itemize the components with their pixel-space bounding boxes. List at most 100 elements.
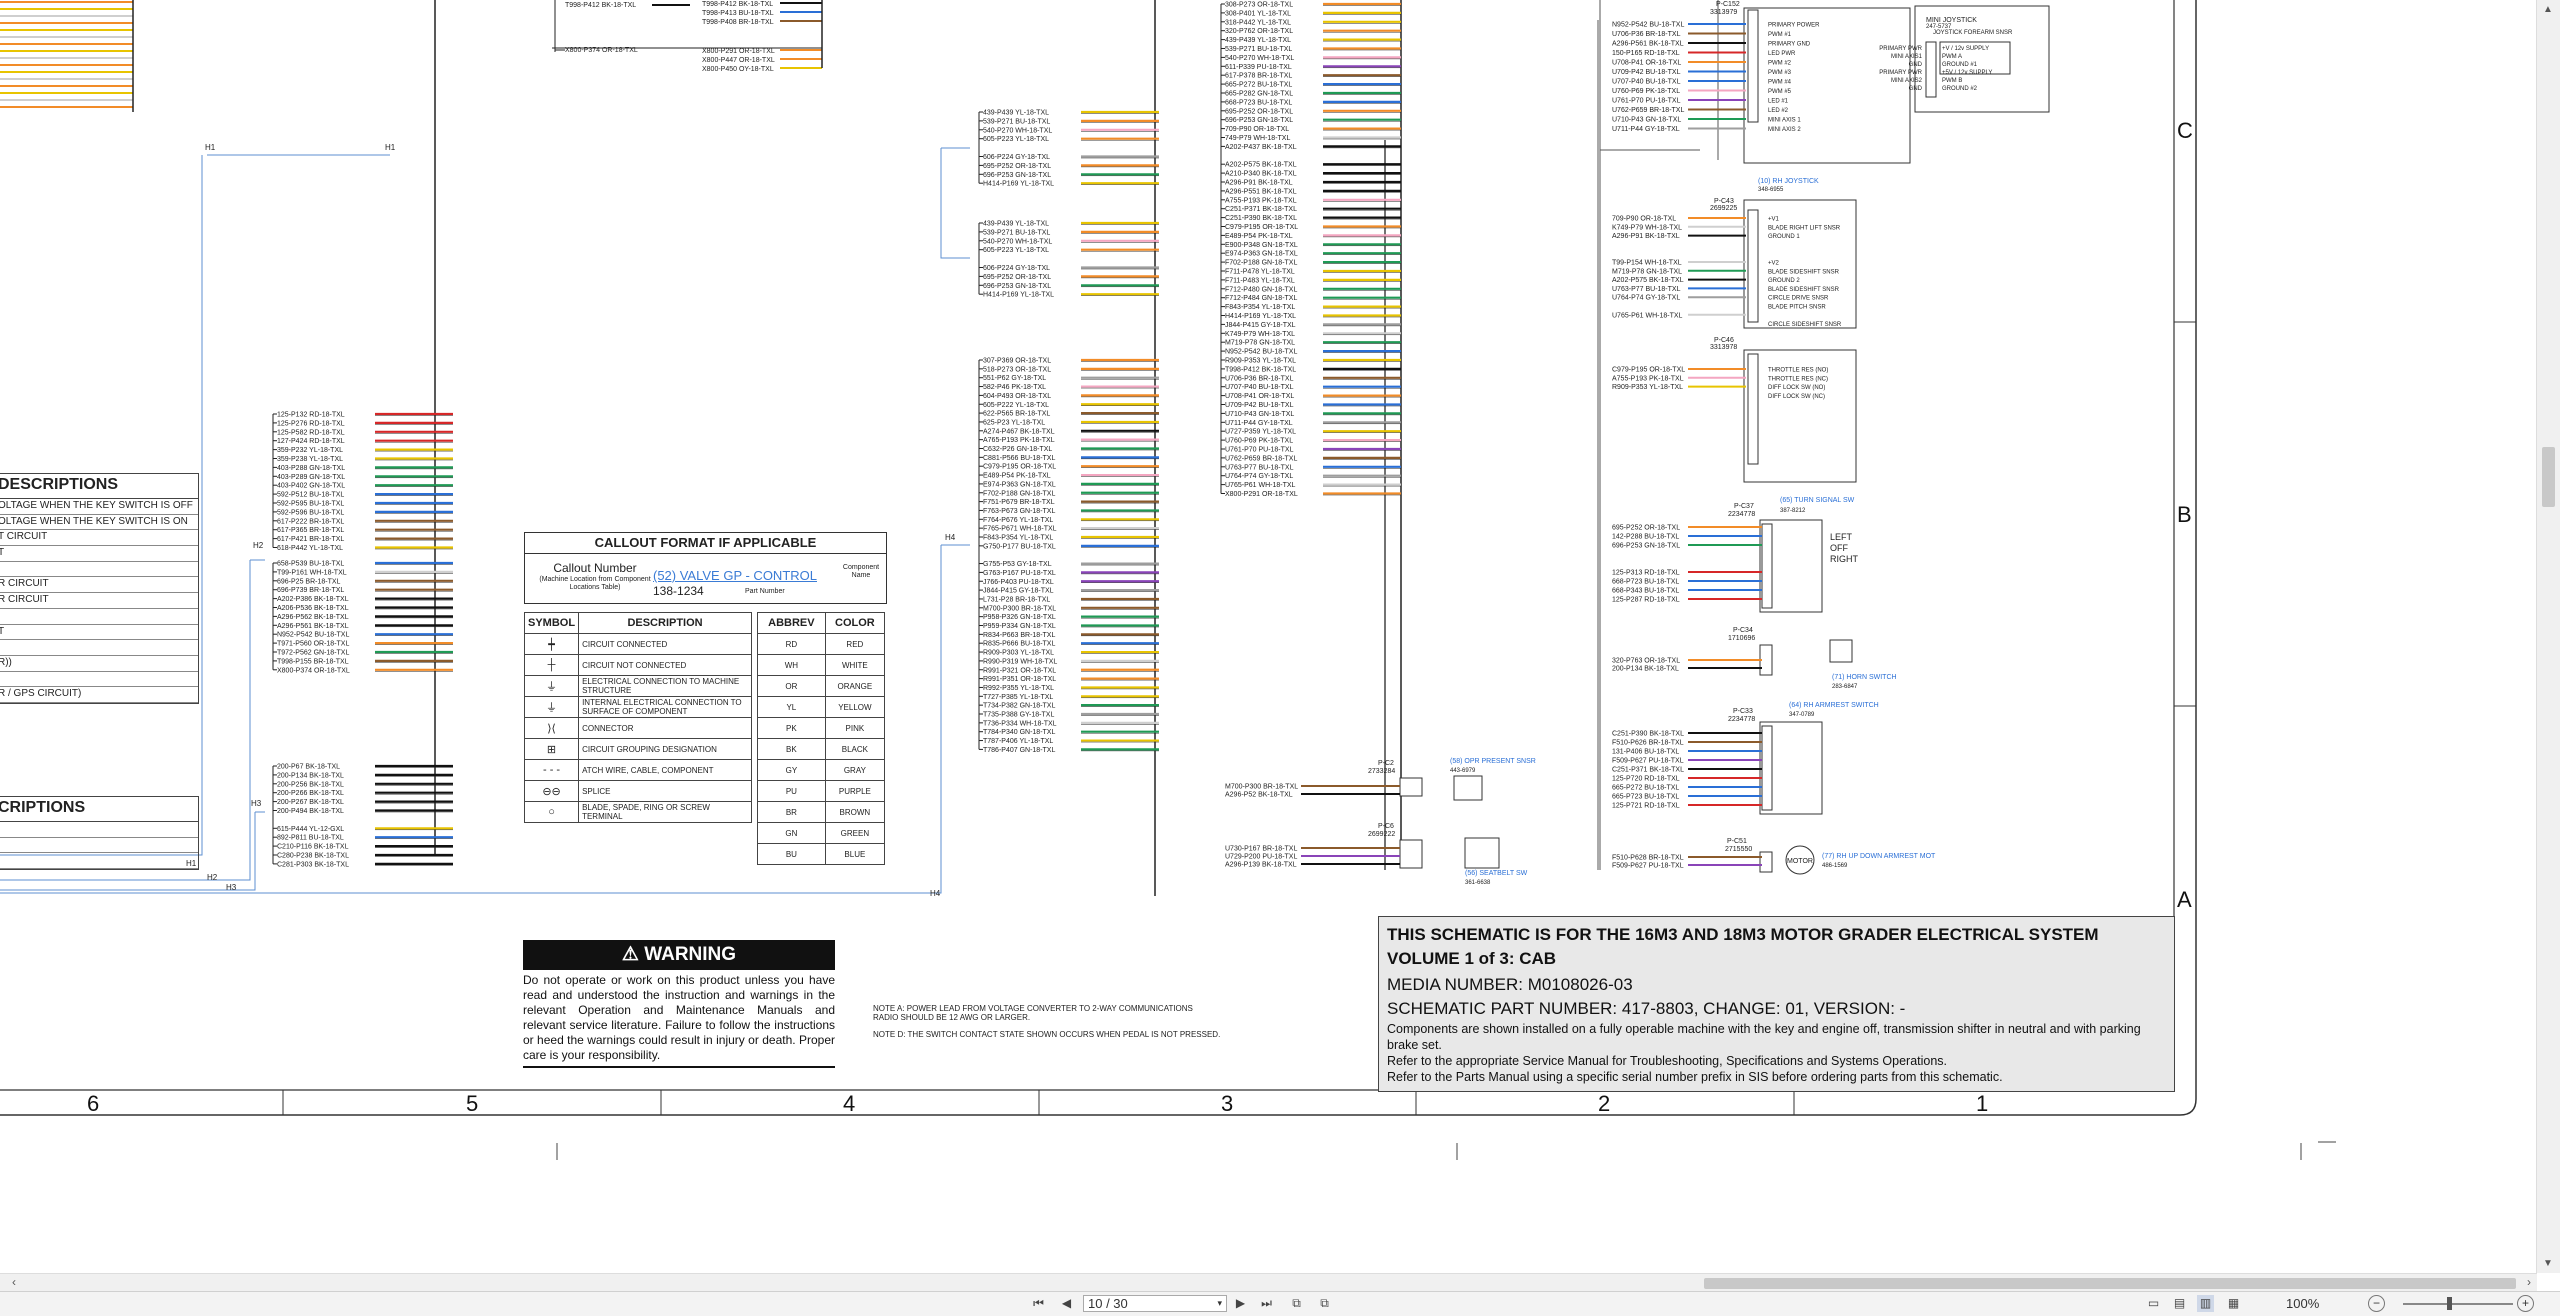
scroll-down-icon[interactable]: ▼: [2543, 1258, 2553, 1269]
scroll-up-icon[interactable]: ▲: [2543, 4, 2553, 15]
chevron-down-icon[interactable]: ▾: [1217, 1296, 1222, 1311]
turn-state-label: LEFT: [1830, 532, 1853, 542]
wire-label: 540-P270 WH-18-TXL: [983, 127, 1052, 134]
pin-label: PRIMARY PWR: [1879, 46, 1922, 52]
wire-label: 125-P721 RD-18-TXL: [1612, 803, 1680, 810]
symbol-row: - - - ATCH WIRE, CABLE, COMPONENT: [523, 759, 752, 781]
wire-label: 142-P288 BU-18-TXL: [1612, 534, 1679, 541]
wire-label: 320-P762 OR-18-TXL: [1225, 28, 1293, 35]
description-row: OLTAGE WHEN THE KEY SWITCH IS ON: [0, 515, 198, 531]
horizontal-scrollbar[interactable]: ‹ ›: [0, 1273, 2537, 1292]
wire-label: 403-P288 GN-18-TXL: [277, 465, 345, 472]
cover-view-icon[interactable]: ▦: [2225, 1295, 2242, 1312]
pin-label: +V / 12v SUPPLY: [1942, 46, 1989, 52]
symbol-description: BLADE, SPADE, RING OR SCREW TERMINAL: [578, 801, 752, 823]
horizontal-scroll-thumb[interactable]: [1704, 1278, 2516, 1289]
wire-label: M700-P300 BR-18-TXL: [1225, 784, 1298, 791]
vertical-scrollbar[interactable]: ▲ ▼: [2536, 0, 2560, 1273]
wire-label: J766-P403 PU-18-TXL: [983, 579, 1054, 586]
wire-label: U706-P36 BR-18-TXL: [1612, 31, 1681, 38]
wire-label: 592-P595 BU-18-TXL: [277, 501, 344, 508]
component-label: 2699225: [1710, 205, 1737, 212]
wire-label: 540-P270 WH-18-TXL: [983, 238, 1052, 245]
wire-label: 617-P365 BR-18-TXL: [277, 527, 344, 534]
harness-label: H4: [930, 889, 941, 898]
wire-label: U708-P41 OR-18-TXL: [1612, 60, 1681, 67]
pin-label: PWM #2: [1768, 61, 1792, 67]
part-number-label: Part Number: [745, 588, 785, 595]
component-label: 2699222: [1368, 831, 1395, 838]
wire-label: 617-P421 BR-18-TXL: [277, 536, 344, 543]
save-view-icon[interactable]: ⧉: [1288, 1295, 1305, 1312]
zoom-level[interactable]: 100%: [2286, 1296, 2319, 1311]
wire-label: 539-P271 BU-18-TXL: [983, 118, 1050, 125]
next-page-icon[interactable]: ▶: [1232, 1295, 1249, 1312]
zoom-in-icon[interactable]: +: [2517, 1295, 2534, 1312]
wire-label: F765-P671 WH-18-TXL: [983, 526, 1057, 533]
scroll-left-icon[interactable]: ‹: [12, 1275, 16, 1289]
wire-label: 668-P723 BU-18-TXL: [1612, 579, 1679, 586]
single-page-view-icon[interactable]: ▭: [2145, 1295, 2162, 1312]
warning-block: ⚠ WARNING Do not operate or work on this…: [523, 940, 835, 1068]
wire-label: A755-P193 PK-18-TXL: [1225, 197, 1297, 204]
callout-number-sub: (Machine Location from Component Locatio…: [539, 576, 651, 591]
wire-label: J844-P415 GY-18-TXL: [983, 588, 1054, 595]
wire-label: 439-P439 YL-18-TXL: [983, 221, 1049, 228]
pin-label: CIRCLE SIDESHIFT SNSR: [1768, 322, 1842, 328]
page-number-input[interactable]: 10 / 30 ▾: [1083, 1295, 1227, 1312]
component-link: (71) HORN SWITCH: [1832, 674, 1897, 681]
continuous-view-icon[interactable]: ▤: [2171, 1295, 2188, 1312]
color-name: PURPLE: [824, 780, 886, 802]
wire-label: 592-P596 BU-18-TXL: [277, 509, 344, 516]
vertical-scroll-thumb[interactable]: [2542, 447, 2555, 507]
component-label: 348-6955: [1758, 187, 1784, 193]
media-number: MEDIA NUMBER: M0108026-03: [1387, 975, 1633, 994]
color-abbrev: BK: [757, 738, 826, 760]
component-name-label: Component Name: [842, 564, 880, 579]
first-page-icon[interactable]: ⏮: [1030, 1295, 1047, 1312]
document-viewport[interactable]: H1 H1 H2 H3 H4 H4 H1 H2 H3 T998-P412 BK-18-TXL X80…: [0, 0, 2537, 1273]
zoom-out-icon[interactable]: −: [2368, 1295, 2385, 1312]
pin-label: PWM #3: [1768, 70, 1792, 76]
turn-state-label: RIGHT: [1830, 554, 1859, 564]
previous-page-icon[interactable]: ◀: [1058, 1295, 1075, 1312]
wire-label: E974-P363 GN-18-TXL: [983, 481, 1056, 488]
zone-col-2: 2: [1598, 1091, 1611, 1116]
zoom-slider[interactable]: [2403, 1303, 2513, 1305]
connector-pins: [1747, 353, 1759, 465]
wire-label: K749-P79 WH-18-TXL: [1612, 224, 1682, 231]
scroll-right-icon[interactable]: ›: [2527, 1275, 2531, 1289]
wire-label: G750-P177 BU-18-TXL: [983, 543, 1056, 550]
wire-label: A296-P562 BK-18-TXL: [277, 614, 349, 621]
color-name: GRAY: [824, 759, 886, 781]
wire-label: U760-P69 PK-18-TXL: [1612, 88, 1680, 95]
wire-label: X800-P450 OY-18-TXL: [702, 66, 774, 73]
zoom-slider-knob[interactable]: [2447, 1297, 2452, 1310]
schematic-page: H1 H1 H2 H3 H4 H4 H1 H2 H3 T998-P412 BK-18-TXL X80…: [0, 0, 2537, 1273]
color-name: YELLOW: [824, 696, 886, 718]
facing-view-icon[interactable]: ▥: [2197, 1295, 2214, 1312]
symbol-description: ELECTRICAL CONNECTION TO MACHINE STRUCTU…: [578, 675, 752, 697]
component-label: 2234778: [1728, 511, 1755, 518]
wire-label: T784-P340 GN-18-TXL: [983, 729, 1055, 736]
descriptions-title: DESCRIPTIONS: [0, 474, 198, 499]
wire-label: G755-P53 GY-18-TXL: [983, 561, 1052, 568]
callout-example-name[interactable]: (52) VALVE GP - CONTROL: [653, 568, 817, 583]
wire-label: 665-P282 GN-18-TXL: [1225, 91, 1293, 98]
wire-label: F509-P627 PU-18-TXL: [1612, 758, 1684, 765]
harness-label: H1: [205, 143, 216, 152]
component-label: 347-0789: [1789, 712, 1815, 718]
harness-bundle: [940, 148, 970, 259]
symbol-description: SPLICE: [578, 780, 752, 802]
last-page-icon[interactable]: ⏭: [1258, 1295, 1275, 1312]
seatbelt-symbol: [1464, 837, 1500, 869]
component-label: P-C33: [1733, 708, 1753, 715]
wire-label: A202-P575 BK-18-TXL: [1612, 277, 1684, 284]
color-header: COLOR: [824, 612, 886, 634]
wire-label: T735-P388 GY-18-TXL: [983, 712, 1054, 719]
component-label: 2715550: [1725, 846, 1752, 853]
wire-label: 695-P252 OR-18-TXL: [1612, 525, 1680, 532]
copy-view-icon[interactable]: ⧉: [1316, 1295, 1333, 1312]
pin-label: PWM #4: [1768, 80, 1792, 86]
description-row: [0, 838, 198, 854]
